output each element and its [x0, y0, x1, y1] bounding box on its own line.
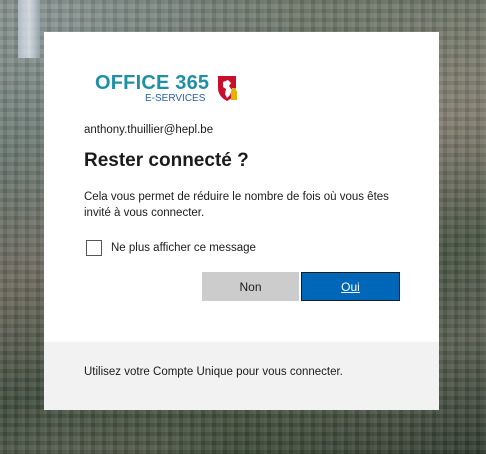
dont-show-again-label: Ne plus afficher ce message — [111, 242, 256, 254]
office365-eservices-logo: OFFICE 365 E-SERVICES — [95, 72, 240, 106]
yes-button[interactable]: Oui — [301, 272, 400, 301]
stay-signed-in-dialog: OFFICE 365 E-SERVICES anthony.thuillier@… — [44, 32, 439, 410]
dialog-footer: Utilisez votre Compte Unique pour vous c… — [44, 342, 439, 410]
background-tower — [18, 0, 40, 58]
dialog-title: Rester connecté ? — [84, 150, 249, 171]
logo-main-text: OFFICE 365 — [95, 72, 210, 94]
dont-show-again-option[interactable]: Ne plus afficher ce message — [86, 239, 256, 257]
logo-sub-text: E-SERVICES — [145, 93, 206, 104]
shield-logo-icon — [218, 76, 237, 101]
no-button[interactable]: Non — [202, 272, 299, 301]
dont-show-again-checkbox[interactable] — [86, 240, 102, 256]
footer-text: Utilisez votre Compte Unique pour vous c… — [84, 366, 343, 378]
dialog-description: Cela vous permet de réduire le nombre de… — [84, 191, 389, 219]
account-email: anthony.thuillier@hepl.be — [84, 124, 214, 136]
